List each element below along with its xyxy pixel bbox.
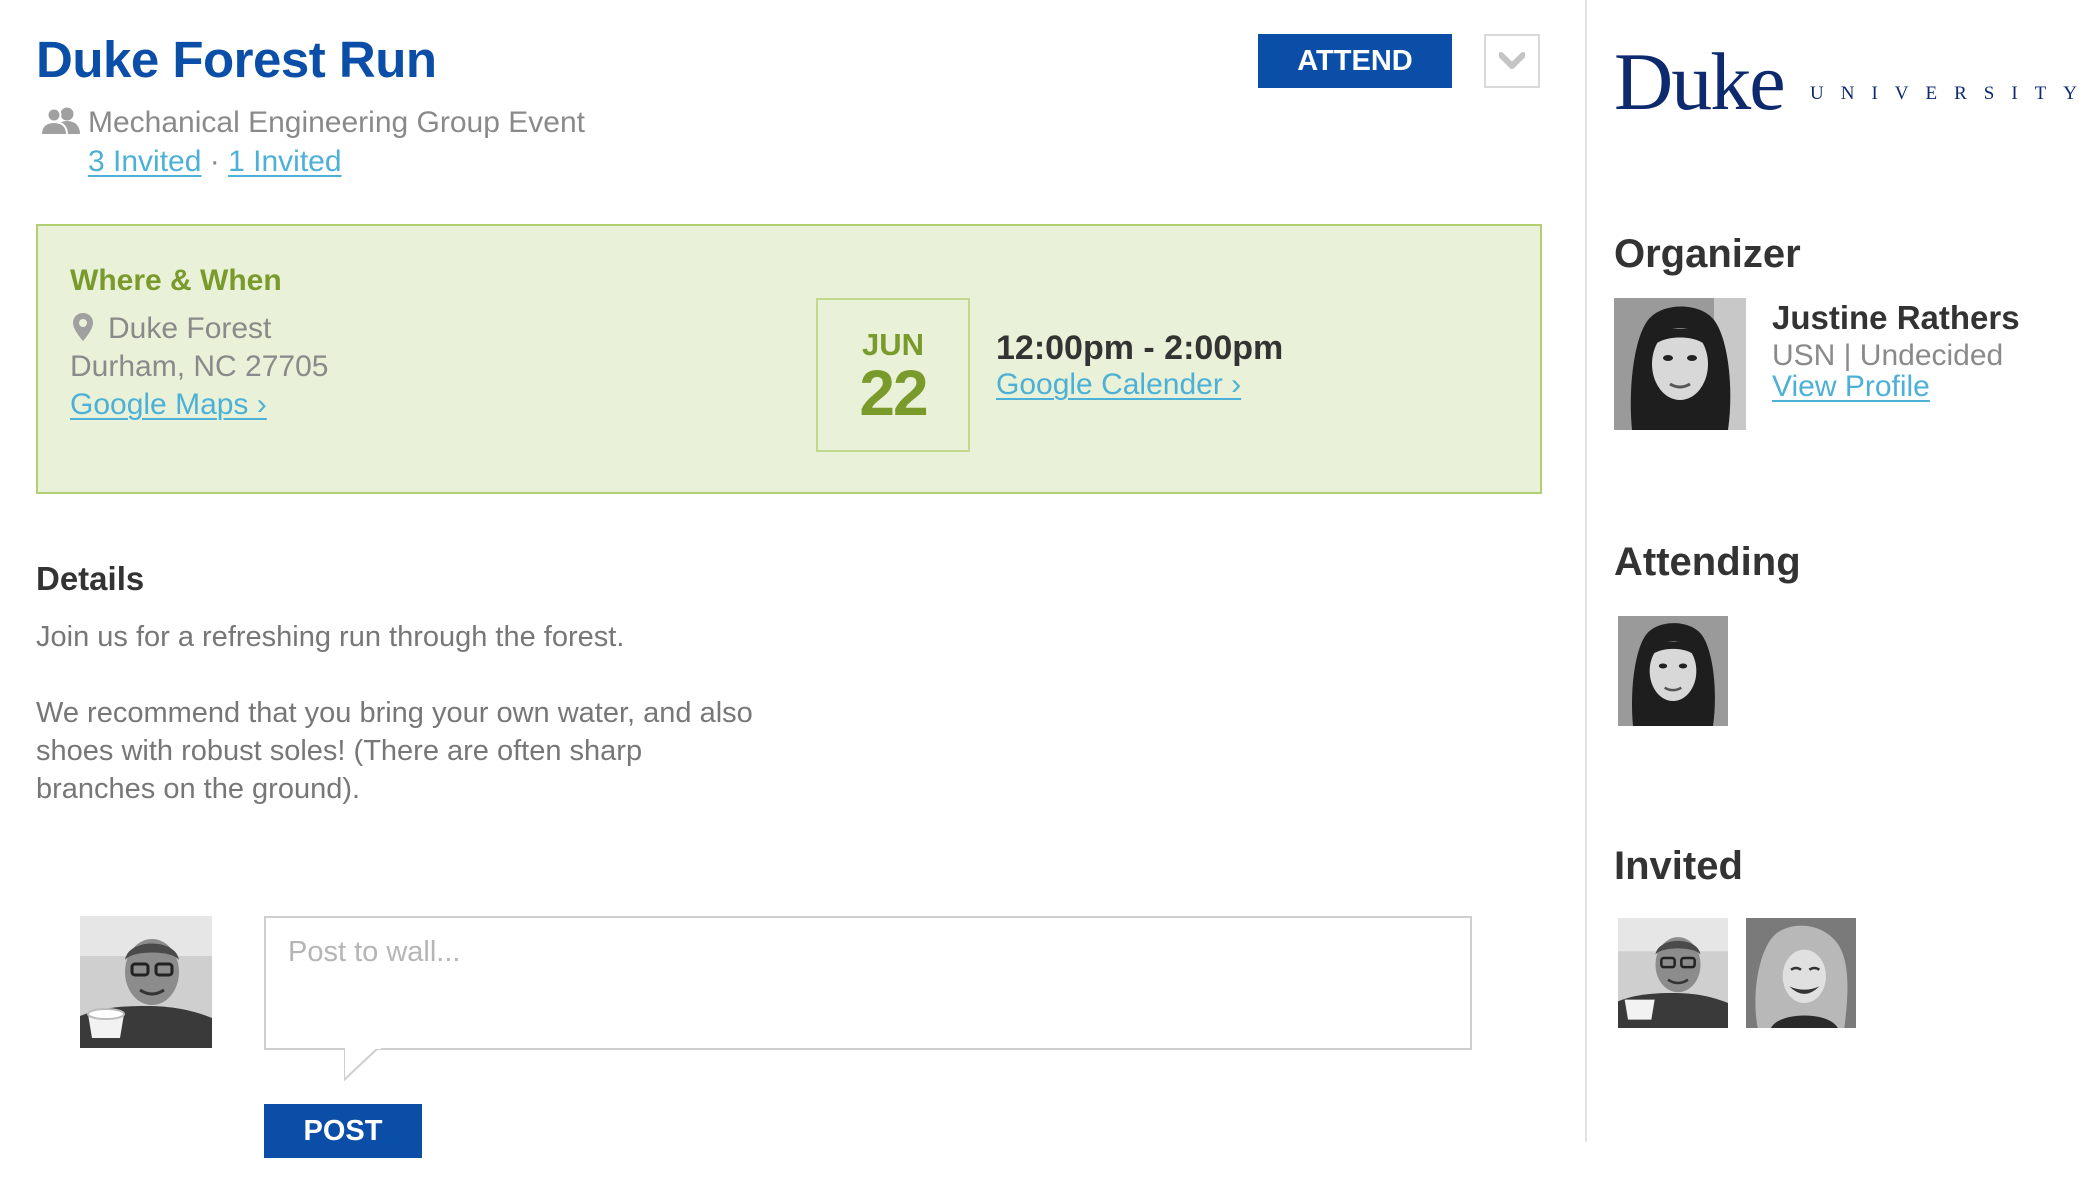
invited-link-1[interactable]: 3 Invited — [88, 145, 201, 178]
logo-wordmark: Duke — [1614, 36, 1786, 127]
location-pin-icon — [72, 312, 94, 342]
details-paragraph-2: We recommend that you bring your own wat… — [36, 697, 753, 805]
date-badge: JUN 22 — [816, 298, 970, 452]
logo-university-text: UNIVERSITY — [1810, 83, 2092, 104]
google-maps-link[interactable]: Google Maps › — [70, 386, 267, 424]
view-profile-link[interactable]: View Profile — [1772, 368, 1930, 406]
duke-university-logo: Duke — [1614, 41, 1786, 123]
date-day: 22 — [859, 357, 928, 429]
location-address: Durham, NC 27705 — [70, 350, 329, 383]
invited-heading: Invited — [1614, 844, 1743, 888]
attend-button[interactable]: ATTEND — [1258, 34, 1452, 88]
chevron-down-icon — [1499, 52, 1525, 70]
invited-link-2[interactable]: 1 Invited — [228, 145, 341, 178]
details-heading: Details — [36, 560, 145, 597]
post-to-wall-input[interactable] — [264, 916, 1472, 1050]
invite-separator: · — [209, 145, 220, 178]
invitee-avatar[interactable] — [1746, 918, 1856, 1028]
invite-counts: 3 Invited · 1 Invited — [88, 143, 342, 181]
attendee-avatar[interactable] — [1618, 616, 1728, 726]
group-icon — [40, 106, 82, 136]
speech-bubble-tail — [344, 1047, 382, 1081]
google-calendar-link[interactable]: Google Calender › — [996, 366, 1241, 404]
where-when-heading: Where & When — [70, 264, 282, 297]
sidebar-divider — [1585, 0, 1587, 1142]
event-title: Duke Forest Run — [36, 31, 437, 88]
event-group-label: Mechanical Engineering Group Event — [88, 106, 585, 139]
organizer-avatar[interactable] — [1614, 298, 1746, 430]
event-time: 12:00pm - 2:00pm — [996, 329, 1284, 367]
invitee-avatar[interactable] — [1618, 918, 1728, 1028]
location-name: Duke Forest — [108, 312, 272, 345]
organizer-name: Justine Rathers — [1772, 299, 2020, 336]
organizer-heading: Organizer — [1614, 232, 1801, 276]
post-button[interactable]: POST — [264, 1104, 422, 1158]
attend-options-button[interactable] — [1484, 34, 1540, 88]
attending-heading: Attending — [1614, 540, 1801, 584]
current-user-avatar[interactable] — [80, 916, 212, 1048]
details-paragraph-1: Join us for a refreshing run through the… — [36, 621, 625, 653]
